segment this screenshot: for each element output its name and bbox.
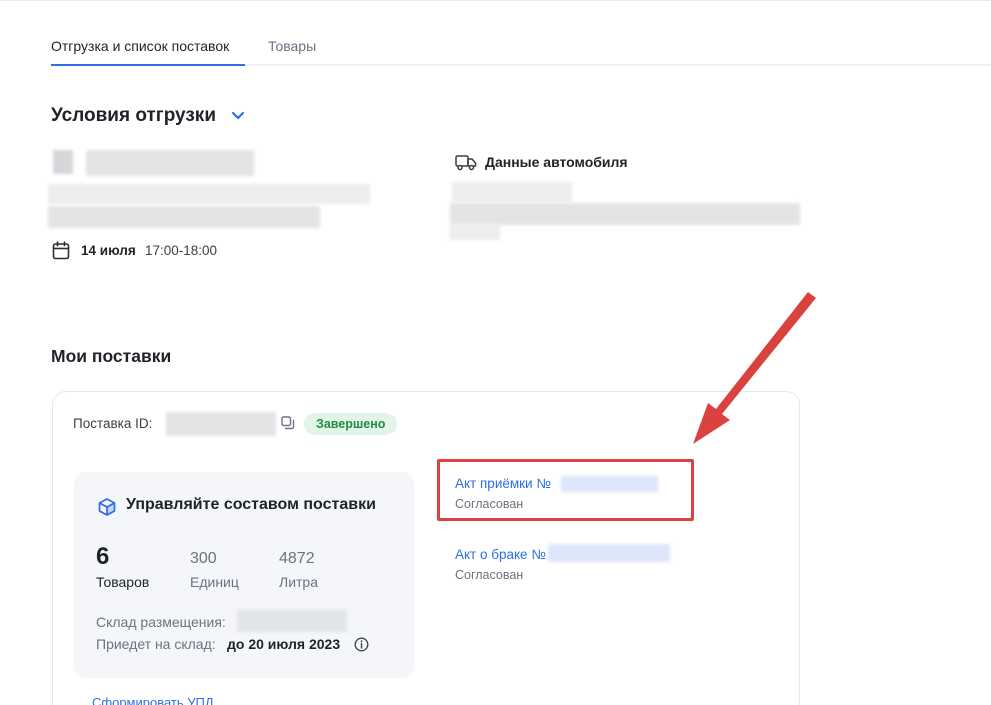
generate-udp-link[interactable]: Сформировать УПД: [92, 695, 214, 705]
shipment-time-slot: 17:00-18:00: [145, 243, 218, 258]
defect-act-status: Согласован: [455, 568, 524, 582]
top-divider: [0, 0, 991, 1]
redacted-defect-act-number: [548, 544, 670, 562]
tabs-bar: Отгрузка и список поставок Товары: [51, 36, 991, 66]
stat-products-value: 6: [96, 543, 110, 570]
redacted-vehicle-data: [450, 224, 500, 240]
stat-liters-value: 4872: [279, 550, 315, 567]
highlight-frame: [437, 459, 694, 521]
stat-units-label: Единиц: [190, 574, 239, 590]
package-icon: [98, 498, 116, 516]
my-supplies-title: Мои поставки: [51, 346, 172, 366]
stat-liters-label: Литра: [279, 574, 318, 590]
stat-units-value: 300: [190, 550, 217, 567]
redacted-warehouse-name: [53, 150, 73, 174]
stat-products-label: Товаров: [96, 574, 150, 590]
tab-shipment[interactable]: Отгрузка и список поставок: [51, 38, 229, 54]
vehicle-data-title: Данные автомобиля: [485, 154, 628, 170]
shipment-conditions-title: Условия отгрузки: [51, 105, 216, 126]
redacted-warehouse-address: [48, 206, 320, 228]
redacted-vehicle-data: [450, 203, 800, 225]
status-badge: Завершено: [304, 413, 398, 435]
redacted-warehouse-value: [237, 610, 347, 632]
active-tab-indicator: [51, 64, 245, 66]
redacted-supply-id: [166, 412, 276, 436]
annotation-arrow-icon: [693, 292, 816, 444]
redacted-warehouse-name: [86, 150, 254, 176]
chevron-down-icon[interactable]: [230, 110, 246, 122]
info-icon[interactable]: [354, 637, 369, 652]
redacted-vehicle-data: [452, 182, 572, 202]
copy-icon[interactable]: [281, 416, 295, 430]
truck-icon: [455, 155, 477, 171]
arrival-label: Приедет на склад:: [96, 636, 216, 652]
calendar-icon: [52, 241, 70, 260]
arrival-date: до 20 июля 2023: [227, 636, 341, 652]
redacted-warehouse-address: [48, 184, 370, 204]
manage-composition-title[interactable]: Управляйте составом поставки: [126, 496, 376, 514]
shipment-date: 14 июля: [81, 243, 136, 258]
warehouse-label: Склад размещения:: [96, 614, 226, 630]
defect-act-link[interactable]: Акт о браке №: [455, 547, 546, 562]
supply-id-label: Поставка ID:: [73, 416, 153, 431]
tab-goods[interactable]: Товары: [268, 38, 316, 54]
